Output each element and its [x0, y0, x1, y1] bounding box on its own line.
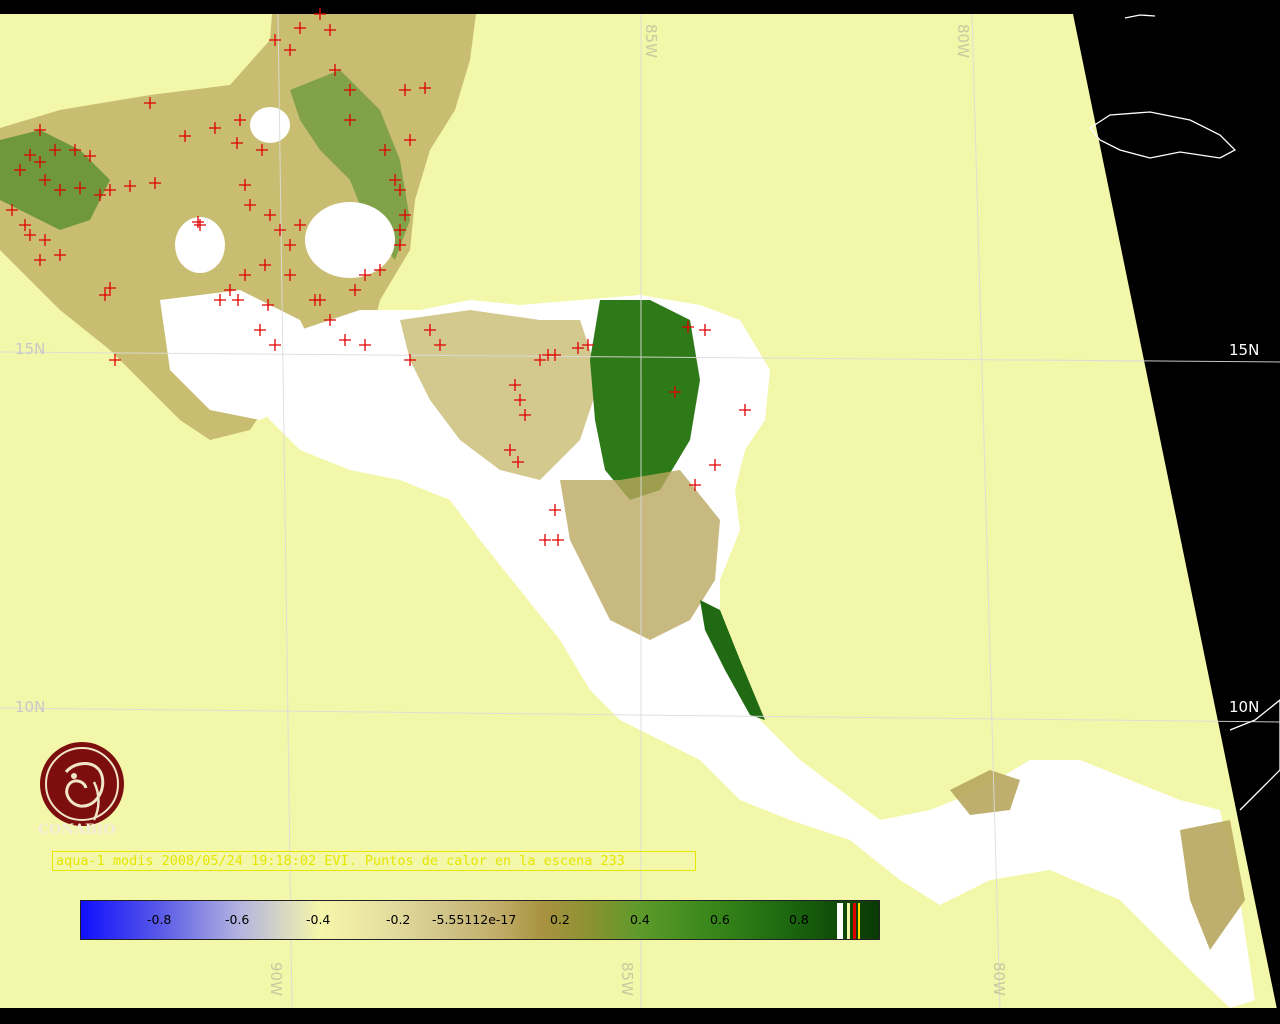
lon-80-bottom-label: 80W [990, 962, 1008, 996]
lat-15-left-label: 15N [15, 340, 46, 358]
map-viewer: 15N 15N 10N 10N 85W 80W 90W 85W 80W CONA… [0, 0, 1280, 1024]
cloud-3 [250, 107, 290, 143]
legend-tick: -0.4 [306, 912, 331, 927]
legend-fire-swatch [853, 903, 856, 939]
lon-85-top-label: 85W [642, 24, 660, 58]
legend-coast-swatch [858, 903, 860, 939]
lon-80-top-label: 80W [954, 24, 972, 58]
evi-color-legend: -0.8 -0.6 -0.4 -0.2 -5.55112e-17 0.2 0.4… [80, 900, 880, 940]
legend-tick: 0.2 [550, 912, 570, 927]
legend-tick: -0.6 [225, 912, 250, 927]
legend-tick: -0.8 [147, 912, 172, 927]
legend-fill-swatch [847, 903, 850, 939]
legend-cloud-swatch [837, 903, 843, 939]
lon-85-bottom-label: 85W [618, 962, 636, 996]
scene-bottom-strip [0, 1008, 1280, 1024]
legend-tick: 0.6 [710, 912, 730, 927]
cloud-1 [305, 202, 395, 278]
legend-tick: -0.2 [386, 912, 411, 927]
legend-tick: 0.8 [789, 912, 809, 927]
lat-10-left-label: 10N [15, 698, 46, 716]
lat-15-right-label: 15N [1229, 341, 1260, 359]
legend-tick: 0.4 [630, 912, 650, 927]
legend-tick: -5.55112e-17 [432, 912, 517, 927]
logo-wordmark: CONABIO [38, 822, 116, 838]
scene-caption: aqua-1 modis 2008/05/24 19:18:02 EVI. Pu… [52, 851, 696, 871]
lat-10-right-label: 10N [1229, 698, 1260, 716]
lon-90-bottom-label: 90W [267, 962, 285, 996]
